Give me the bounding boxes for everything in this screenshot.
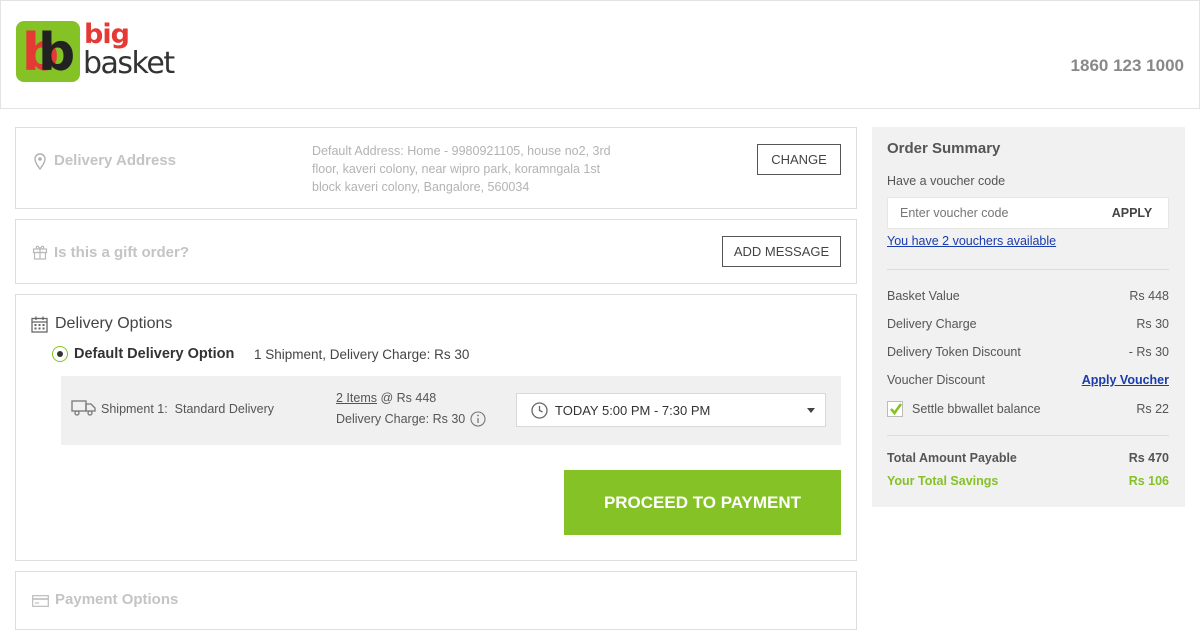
add-message-button[interactable]: ADD MESSAGE bbox=[722, 236, 841, 267]
bigbasket-logo[interactable]: b b big basket bbox=[16, 19, 186, 83]
site-header: b b big basket 1860 123 1000 bbox=[0, 0, 1200, 109]
credit-card-icon bbox=[32, 595, 49, 607]
support-phone: 1860 123 1000 bbox=[1070, 56, 1184, 75]
order-summary-title: Order Summary bbox=[887, 140, 1001, 157]
total-payable-row: Total Amount Payable Rs 470 bbox=[887, 451, 1169, 465]
delivery-charge-label: Delivery Charge bbox=[887, 317, 977, 331]
delivery-address-section: Delivery Address Default Address: Home -… bbox=[15, 127, 857, 209]
bbwallet-checkbox[interactable] bbox=[887, 401, 903, 417]
total-payable-amount: Rs 470 bbox=[1128, 451, 1169, 465]
truck-icon bbox=[71, 400, 96, 416]
default-delivery-radio[interactable] bbox=[52, 346, 68, 362]
logo-text-basket: basket bbox=[83, 46, 175, 81]
gift-order-section: Is this a gift order? ADD MESSAGE bbox=[15, 219, 857, 284]
gift-order-title: Is this a gift order? bbox=[54, 244, 190, 261]
basket-value-amount: Rs 448 bbox=[1129, 289, 1169, 303]
delivery-token-discount-amount: - Rs 30 bbox=[1128, 345, 1169, 359]
delivery-options-title: Delivery Options bbox=[55, 315, 173, 332]
info-icon[interactable] bbox=[470, 411, 486, 427]
calendar-icon bbox=[31, 316, 48, 333]
total-payable-label: Total Amount Payable bbox=[887, 451, 1017, 465]
payment-options-title: Payment Options bbox=[55, 591, 179, 608]
vouchers-available-link[interactable]: You have 2 vouchers available bbox=[887, 234, 1056, 248]
default-delivery-detail: 1 Shipment, Delivery Charge: Rs 30 bbox=[254, 347, 470, 362]
shipment-delivery-charge: Delivery Charge: Rs 30 bbox=[336, 412, 466, 426]
total-savings-label: Your Total Savings bbox=[887, 474, 999, 488]
apply-voucher-button[interactable]: APPLY bbox=[1096, 198, 1168, 228]
voucher-discount-label: Voucher Discount bbox=[887, 373, 985, 387]
proceed-to-payment-button[interactable]: PROCEED TO PAYMENT bbox=[564, 470, 841, 535]
basket-value-row: Basket Value Rs 448 bbox=[887, 289, 1169, 303]
shipment-panel: Shipment 1: Standard Delivery 2 Items @ … bbox=[61, 376, 841, 445]
change-address-button[interactable]: CHANGE bbox=[757, 144, 841, 175]
shipment-items: 2 Items @ Rs 448 bbox=[336, 391, 436, 405]
caret-down-icon bbox=[807, 408, 815, 413]
bbwallet-label: Settle bbwallet balance bbox=[912, 402, 1041, 416]
delivery-slot-value: TODAY 5:00 PM - 7:30 PM bbox=[555, 403, 711, 418]
items-link[interactable]: 2 Items bbox=[336, 391, 377, 405]
payment-options-section: Payment Options bbox=[15, 571, 857, 630]
delivery-token-discount-label: Delivery Token Discount bbox=[887, 345, 1021, 359]
apply-voucher-link[interactable]: Apply Voucher bbox=[1082, 373, 1169, 387]
checkmark-icon bbox=[890, 403, 903, 416]
total-savings-row: Your Total Savings Rs 106 bbox=[887, 474, 1169, 488]
voucher-code-input[interactable] bbox=[888, 198, 1097, 228]
location-pin-icon bbox=[34, 153, 46, 170]
divider bbox=[887, 435, 1169, 436]
bbwallet-amount: Rs 22 bbox=[1136, 402, 1169, 416]
delivery-charge-row: Delivery Charge Rs 30 bbox=[887, 317, 1169, 331]
voucher-prompt: Have a voucher code bbox=[887, 174, 1006, 188]
gift-icon bbox=[32, 245, 48, 260]
delivery-charge-amount: Rs 30 bbox=[1136, 317, 1169, 331]
divider bbox=[887, 269, 1169, 270]
delivery-address-title: Delivery Address bbox=[54, 152, 177, 169]
delivery-options-section: Delivery Options Default Delivery Option… bbox=[15, 294, 857, 561]
total-savings-amount: Rs 106 bbox=[1128, 474, 1169, 488]
clock-icon bbox=[531, 402, 548, 419]
logo-badge: b b bbox=[16, 21, 80, 82]
items-price: @ Rs 448 bbox=[377, 391, 437, 405]
order-summary-panel: Order Summary Have a voucher code APPLY … bbox=[872, 127, 1185, 507]
delivery-slot-dropdown[interactable]: TODAY 5:00 PM - 7:30 PM bbox=[516, 393, 826, 427]
shipment-label: Shipment 1: Standard Delivery bbox=[101, 402, 275, 416]
default-address-text: Default Address: Home - 9980921105, hous… bbox=[312, 144, 611, 194]
default-delivery-label[interactable]: Default Delivery Option bbox=[74, 346, 234, 362]
basket-value-label: Basket Value bbox=[887, 289, 960, 303]
delivery-token-discount-row: Delivery Token Discount - Rs 30 bbox=[887, 345, 1169, 359]
voucher-discount-row: Voucher Discount Apply Voucher bbox=[887, 373, 1169, 387]
voucher-input-group: APPLY bbox=[887, 197, 1169, 229]
